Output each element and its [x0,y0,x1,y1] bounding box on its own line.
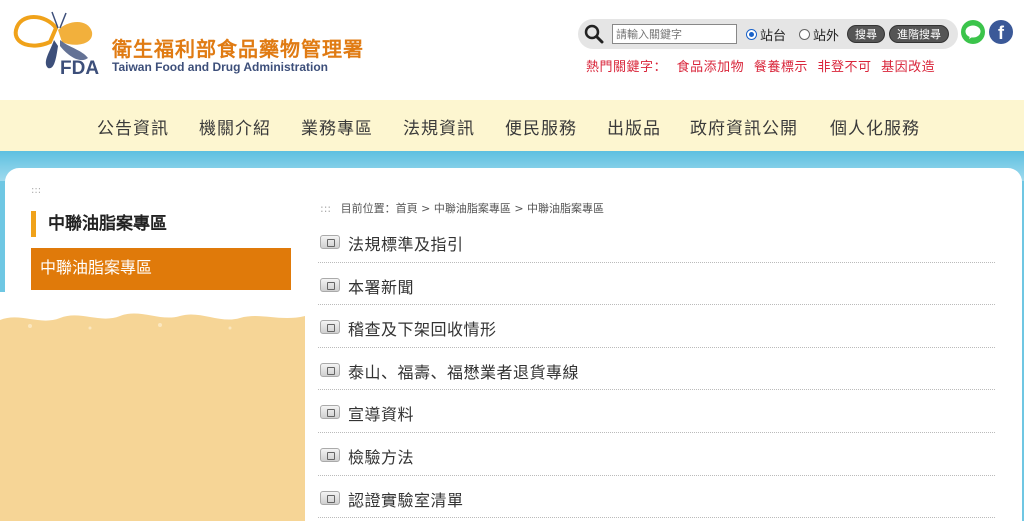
search-input[interactable] [612,24,737,44]
camera-icon [320,277,340,292]
camera-icon [320,405,340,420]
nav-item-gov-info[interactable]: 政府資訊公開 [690,114,798,139]
hot-keyword-link[interactable]: 餐養標示 [754,60,808,75]
search-button[interactable]: 搜尋 [847,25,885,43]
search-icon [584,24,604,44]
radio-external-button[interactable] [799,29,810,40]
nav-item-announcements[interactable]: 公告資訊 [97,114,169,139]
radio-site[interactable]: 站台 [746,25,786,44]
hot-keyword-link[interactable]: 非登不可 [817,60,871,75]
list-item[interactable]: 宣導資料 [318,390,995,433]
sidebar-title: 中聯油脂案專區 [31,211,167,237]
list-item[interactable]: 檢驗方法 [318,433,995,476]
logo-text: FDA [60,58,99,76]
nav-item-services[interactable]: 便民服務 [505,114,577,139]
topic-list: 法規標準及指引 本署新聞 稽查及下架回收情形 泰山、福壽、福懋業者退貨專線 宣導… [318,220,995,519]
breadcrumb-text[interactable]: 目前位置：首頁 > 中聯油脂案專區 > 中聯油脂案專區 [341,202,604,215]
list-item-label[interactable]: 法規標準及指引 [348,231,464,255]
org-name-zh[interactable]: 衛生福利部食品藥物管理署 [112,33,364,62]
radio-site-button[interactable] [746,29,757,40]
camera-icon [320,447,340,462]
fda-logo-icon[interactable]: FDA [6,10,106,76]
radio-external[interactable]: 站外 [799,25,839,44]
list-item[interactable]: 泰山、福壽、福懋業者退貨專線 [318,348,995,391]
hot-keywords: 熱門關鍵字： 食品添加物 餐養標示 非登不可 基因改造 [586,56,940,75]
camera-icon [320,235,340,249]
list-item-label[interactable]: 稽查及下架回收情形 [348,316,497,340]
site-header: FDA 衛生福利部食品藥物管理署 Taiwan Food and Drug Ad… [0,0,1024,100]
advanced-search-button[interactable]: 進階搜尋 [889,25,949,43]
list-item-label[interactable]: 認證實驗室清單 [348,487,464,511]
camera-icon [320,490,340,505]
radio-site-label: 站台 [760,29,787,44]
radio-external-label: 站外 [813,29,840,44]
line-share-icon[interactable] [961,20,985,44]
breadcrumb: ::: 目前位置：首頁 > 中聯油脂案專區 > 中聯油脂案專區 [320,200,604,216]
facebook-share-icon[interactable]: f [989,20,1013,44]
camera-icon [320,320,340,335]
hot-keyword-link[interactable]: 基因改造 [881,60,935,75]
list-item[interactable]: 法規標準及指引 [318,220,995,263]
list-item-label[interactable]: 宣導資料 [348,401,414,425]
nav-item-business[interactable]: 業務專區 [301,114,373,139]
sidebar-item-active[interactable]: 中聯油脂案專區 [31,248,291,290]
breadcrumb-accesskey[interactable]: ::: [320,202,331,215]
nav-item-publications[interactable]: 出版品 [607,114,661,139]
sidebar-accesskey[interactable]: ::: [31,185,41,196]
hot-keywords-label: 熱門關鍵字： [586,60,668,75]
main-nav: 公告資訊 機關介紹 業務專區 法規資訊 便民服務 出版品 政府資訊公開 個人化服… [0,100,1024,151]
nav-item-personal[interactable]: 個人化服務 [830,114,920,139]
list-item-label[interactable]: 泰山、福壽、福懋業者退貨專線 [348,359,579,383]
list-item[interactable]: 稽查及下架回收情形 [318,305,995,348]
list-item-label[interactable]: 本署新聞 [348,274,414,298]
hot-keyword-link[interactable]: 食品添加物 [677,60,745,75]
list-item-label[interactable]: 檢驗方法 [348,444,414,468]
nav-item-regulations[interactable]: 法規資訊 [403,114,475,139]
camera-icon [320,362,340,377]
list-item[interactable]: 認證實驗室清單 [318,476,995,519]
org-name-en[interactable]: Taiwan Food and Drug Administration [112,60,328,74]
list-item[interactable]: 本署新聞 [318,263,995,306]
nav-item-about[interactable]: 機關介紹 [199,114,271,139]
sand-wave-decoration [0,292,305,332]
